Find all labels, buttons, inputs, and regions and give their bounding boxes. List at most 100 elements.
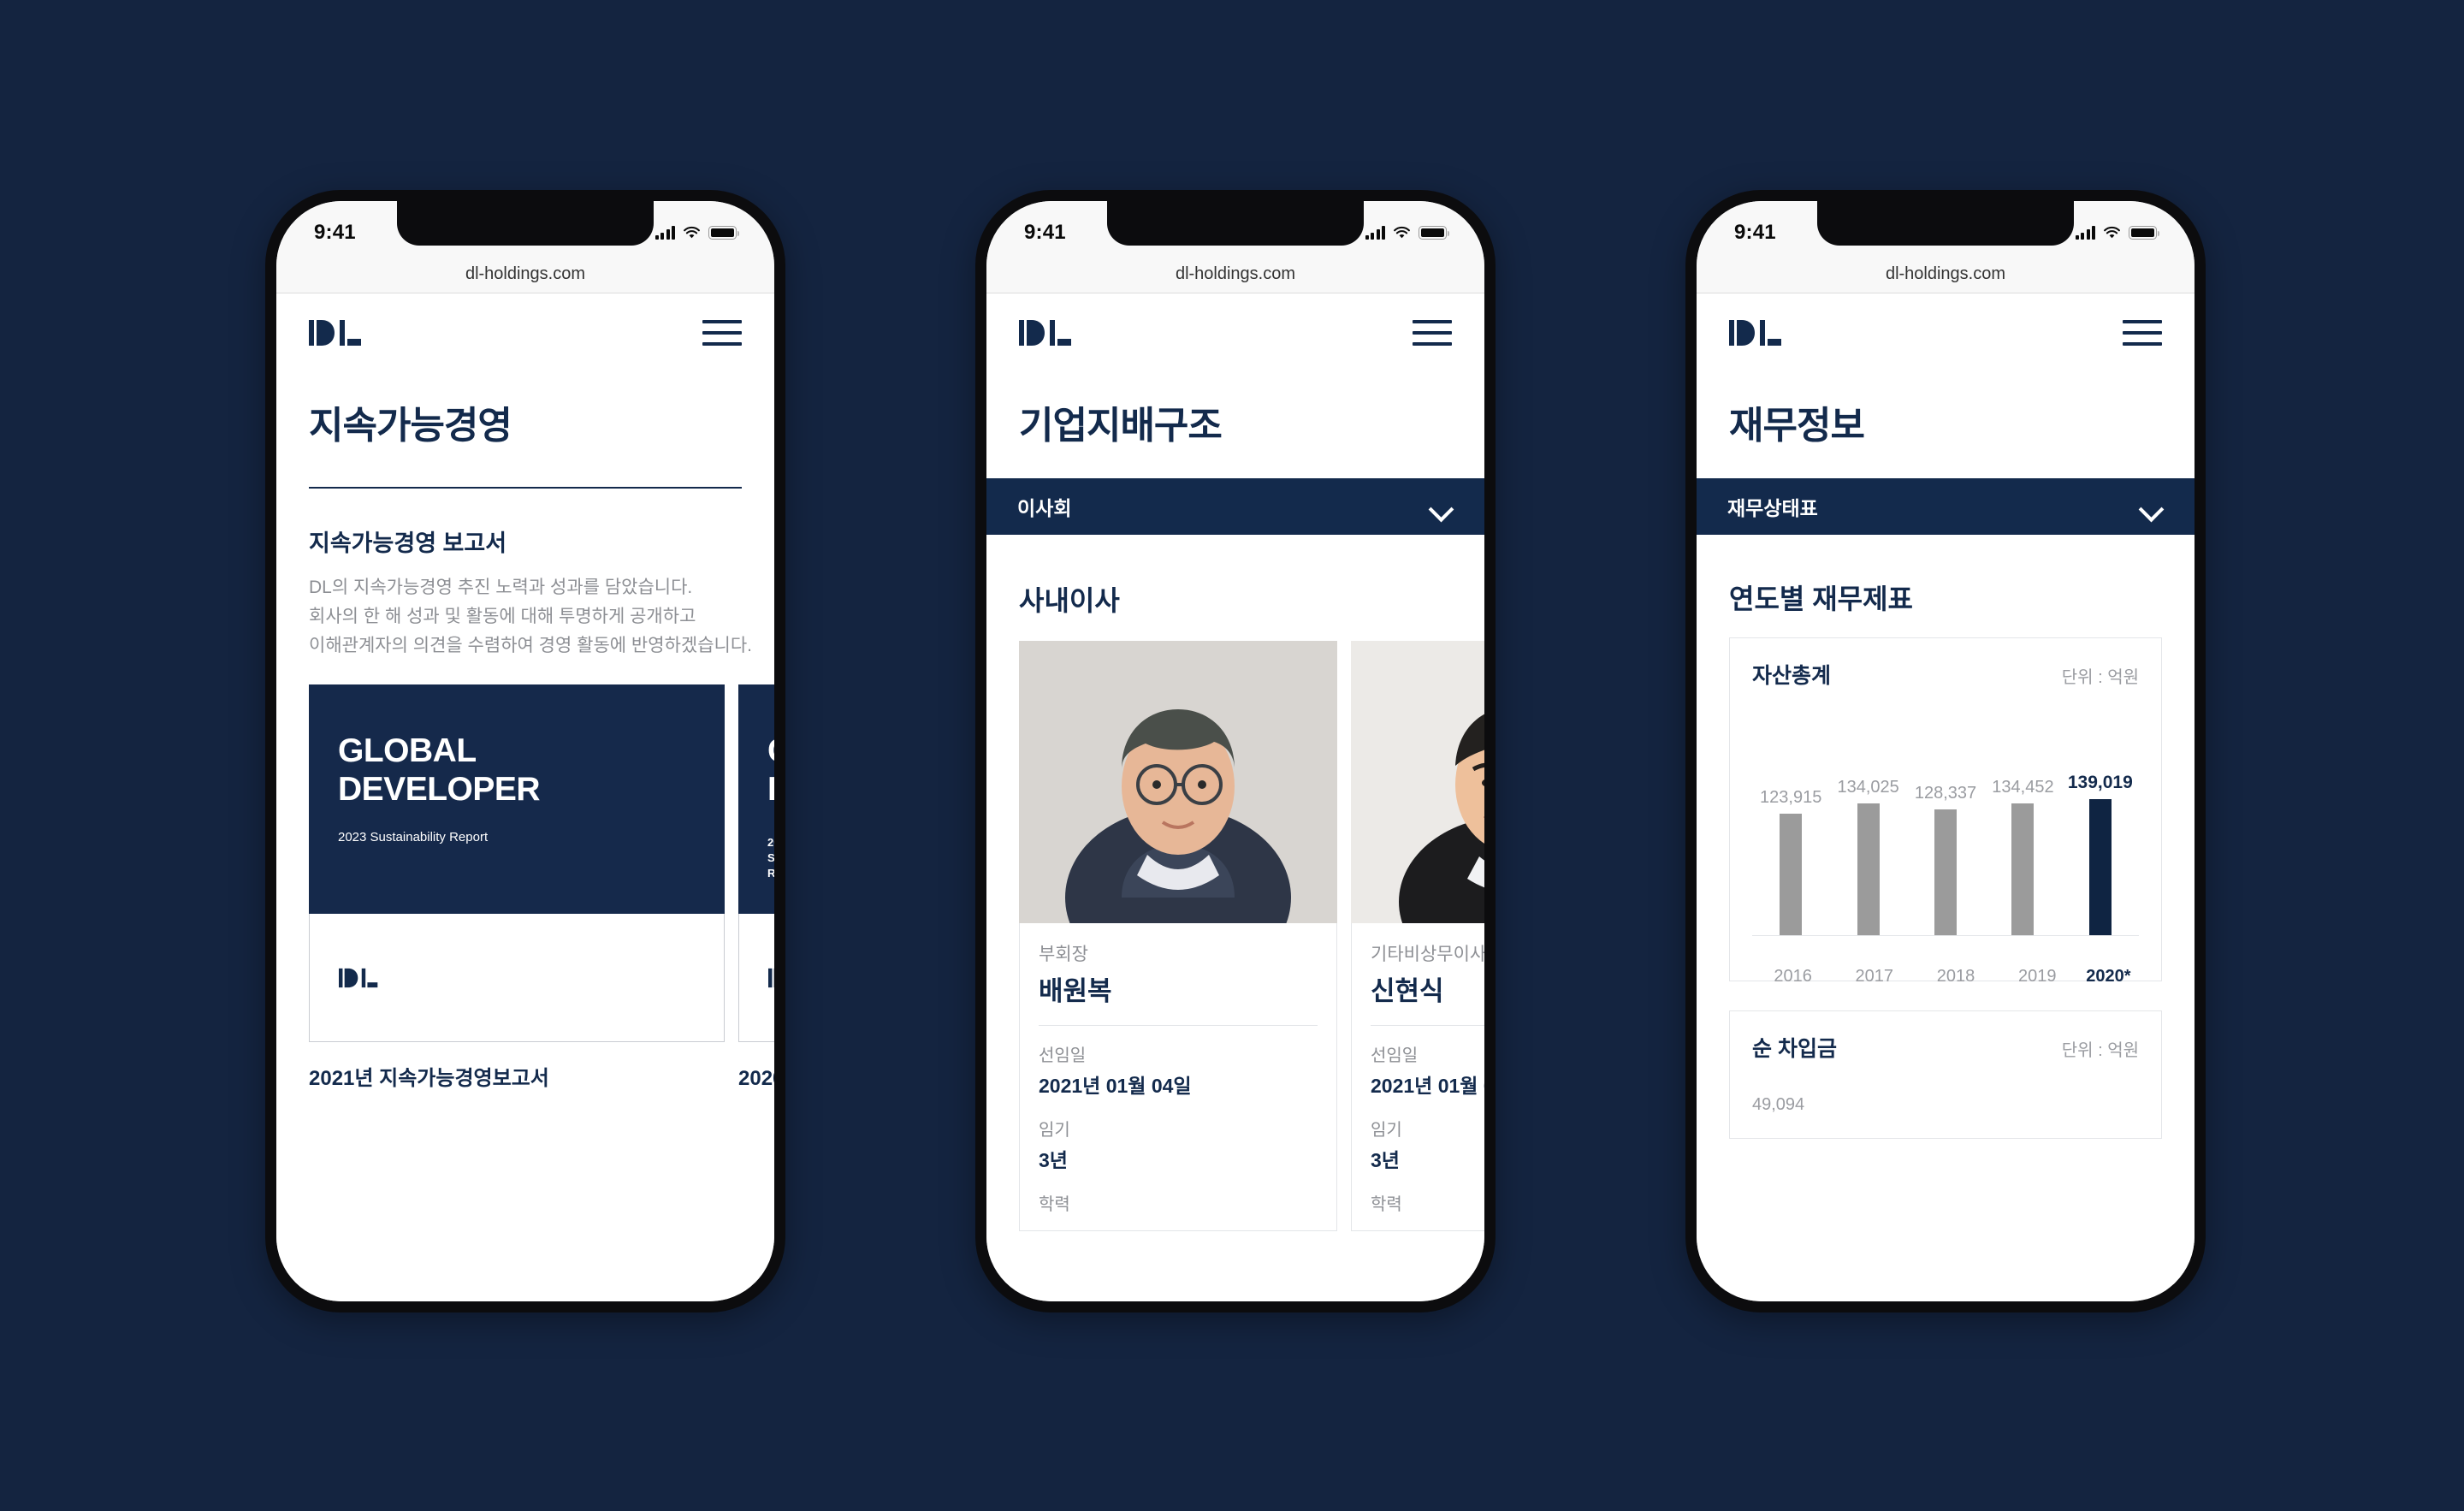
directors-heading: 사내이사 bbox=[1019, 585, 1120, 616]
site-header bbox=[1697, 293, 2194, 372]
report-carousel[interactable]: GLOBAL DEVELOPER 2023 Sustainability Rep… bbox=[276, 661, 774, 1091]
divider bbox=[1039, 1025, 1318, 1026]
x-tick-label: 2018 bbox=[1936, 967, 1975, 986]
browser-url-bar[interactable]: dl-holdings.com bbox=[986, 256, 1484, 293]
appointed-value: 2021년 01월 04일 bbox=[1039, 1075, 1192, 1097]
director-card[interactable]: 부회장 배원복 선임일 2021년 01월 04일 임기 3년 학력 bbox=[1019, 641, 1337, 1231]
report-card[interactable]: GLOBAL DEVELOPER 2023 Sustainability Rep… bbox=[309, 684, 725, 1091]
phone-mockup-sustainability: 9:41 dl-holdings.com 지속가능경영 지속가능경영 보고서 D… bbox=[265, 190, 785, 1312]
bar-value-label: 139,019 bbox=[2067, 773, 2133, 792]
site-header bbox=[986, 293, 1484, 372]
appointed-label: 선임일 bbox=[1039, 1046, 1087, 1065]
dl-logo[interactable] bbox=[1019, 318, 1079, 347]
body-line-3: 이해관계자의 의견을 수렴하여 경영 활동에 반영하겠습니다. bbox=[309, 636, 753, 656]
report-cover-footer bbox=[738, 914, 774, 1043]
status-icons bbox=[654, 226, 739, 240]
report-card[interactable]: GLO DEV 2021 SUSTAINABIL REPORT 2020년 지 bbox=[738, 684, 774, 1091]
director-name: 신현식 bbox=[1371, 976, 1444, 1006]
dl-logo[interactable] bbox=[1729, 318, 1789, 347]
director-role: 부회장 bbox=[1039, 945, 1088, 964]
term-label: 임기 bbox=[1039, 1121, 1070, 1140]
battery-icon bbox=[1419, 226, 1449, 240]
section-heading: 지속가능경영 보고서 bbox=[309, 530, 507, 556]
bar-value-label: 134,452 bbox=[1992, 778, 2054, 797]
canvas: 9:41 dl-holdings.com 지속가능경영 지속가능경영 보고서 D… bbox=[0, 0, 2464, 1511]
cellular-signal-icon bbox=[2075, 226, 2095, 240]
website-viewport: 재무정보 재무상태표 연도별 재무제표 자산총계 단위 : 억원 123,915… bbox=[1697, 293, 2194, 1301]
accordion-board-of-directors[interactable]: 이사회 bbox=[986, 478, 1484, 535]
bar bbox=[2011, 803, 2035, 936]
bar-value-label: 134,025 bbox=[1837, 778, 1899, 797]
bar bbox=[2088, 799, 2112, 936]
chart-card-net-debt: 순 차입금 단위 : 억원 49,094 bbox=[1729, 1010, 2162, 1139]
battery-icon bbox=[2129, 226, 2159, 240]
cover-title-line-1: GLO bbox=[767, 732, 774, 771]
chevron-down-icon[interactable] bbox=[1430, 501, 1454, 513]
wifi-icon bbox=[1393, 226, 1411, 240]
financials-heading: 연도별 재무제표 bbox=[1729, 584, 1913, 614]
site-header bbox=[276, 293, 774, 372]
cellular-signal-icon bbox=[654, 226, 675, 240]
phone-screen: 9:41 dl-holdings.com bbox=[276, 201, 774, 1301]
term-value: 3년 bbox=[1371, 1149, 1400, 1171]
director-photo bbox=[1019, 641, 1337, 923]
report-cover-footer bbox=[309, 914, 725, 1043]
hamburger-menu-icon[interactable] bbox=[2123, 320, 2162, 346]
divider bbox=[1371, 1025, 1484, 1026]
website-viewport: 지속가능경영 지속가능경영 보고서 DL의 지속가능경영 추진 노력과 성과를 … bbox=[276, 293, 774, 1301]
chart-axis-line bbox=[1752, 935, 2139, 936]
report-cover: GLOBAL DEVELOPER 2023 Sustainability Rep… bbox=[309, 684, 725, 915]
chart-card-total-assets: 자산총계 단위 : 억원 123,915 134,025 128,337 134… bbox=[1729, 637, 2162, 986]
cover-title-line-2: DEVELOPER bbox=[338, 770, 541, 808]
bar bbox=[1934, 809, 1958, 936]
chevron-down-icon[interactable] bbox=[2140, 501, 2164, 513]
director-role: 기타비상무이사 bbox=[1371, 945, 1484, 964]
body-line-1: DL의 지속가능경영 추진 노력과 성과를 담았습니다. bbox=[309, 578, 693, 597]
director-card[interactable]: 기타비상무이사 신현식 선임일 2021년 01월 04일 임기 3년 학력 bbox=[1351, 641, 1484, 1231]
phone-notch bbox=[397, 201, 654, 246]
phone-notch bbox=[1817, 201, 2074, 246]
status-icons bbox=[2075, 226, 2159, 240]
cover-title-line-2: DEV bbox=[767, 771, 774, 809]
phone-screen: 9:41 dl-holdings.com bbox=[986, 201, 1484, 1301]
dl-logo[interactable] bbox=[309, 318, 369, 347]
x-tick-label: 2017 bbox=[1855, 967, 1894, 986]
x-tick-label-highlighted: 2020* bbox=[2086, 967, 2131, 986]
hamburger-menu-icon[interactable] bbox=[1413, 320, 1452, 346]
accordion-balance-sheet[interactable]: 재무상태표 bbox=[1697, 478, 2194, 535]
education-label: 학력 bbox=[1039, 1195, 1070, 1214]
term-value: 3년 bbox=[1039, 1149, 1068, 1171]
bar-column: 123,915 bbox=[1752, 708, 1829, 936]
accordion-label: 이사회 bbox=[1017, 497, 1072, 519]
browser-url-bar[interactable]: dl-holdings.com bbox=[1697, 256, 2194, 293]
url-text: dl-holdings.com bbox=[1175, 264, 1296, 283]
bar bbox=[1780, 814, 1803, 936]
hamburger-menu-icon[interactable] bbox=[702, 320, 742, 346]
status-time: 9:41 bbox=[1024, 221, 1066, 244]
bar-chart: 123,915 134,025 128,337 134,452 139,019 … bbox=[1752, 708, 2139, 986]
page-title: 지속가능경영 bbox=[309, 405, 512, 447]
browser-url-bar[interactable]: dl-holdings.com bbox=[276, 256, 774, 293]
report-label: 2020년 지 bbox=[738, 1067, 774, 1091]
bar-column: 134,025 bbox=[1829, 708, 1906, 936]
cover-subtitle: 2021 SUSTAINABIL REPORT bbox=[767, 835, 774, 880]
phone-screen: 9:41 dl-holdings.com bbox=[1697, 201, 2194, 1301]
education-label: 학력 bbox=[1371, 1195, 1402, 1214]
directors-carousel[interactable]: 부회장 배원복 선임일 2021년 01월 04일 임기 3년 학력 기타비상무… bbox=[986, 619, 1484, 1231]
appointed-value: 2021년 01월 04일 bbox=[1371, 1075, 1484, 1097]
appointed-label: 선임일 bbox=[1371, 1046, 1419, 1065]
bar-value-label: 123,915 bbox=[1760, 788, 1822, 807]
status-time: 9:41 bbox=[314, 221, 356, 244]
body-line-2: 회사의 한 해 성과 및 활동에 대해 투명하게 공개하고 bbox=[309, 607, 696, 627]
report-label: 2021년 지속가능경영보고서 bbox=[309, 1067, 549, 1091]
director-info: 부회장 배원복 선임일 2021년 01월 04일 임기 3년 학력 bbox=[1019, 923, 1337, 1231]
bar-column: 128,337 bbox=[1907, 708, 1984, 936]
report-cover: GLO DEV 2021 SUSTAINABIL REPORT bbox=[738, 684, 774, 915]
director-photo bbox=[1351, 641, 1484, 923]
chart-title: 순 차입금 bbox=[1752, 1037, 1837, 1061]
phone-mockup-governance: 9:41 dl-holdings.com 기업지배구조 이사회 사내이사 부회장… bbox=[975, 190, 1496, 1312]
x-tick-label: 2019 bbox=[2017, 967, 2057, 986]
chart-header: 순 차입금 단위 : 억원 bbox=[1752, 1032, 2139, 1063]
page-title: 기업지배구조 bbox=[1019, 405, 1223, 447]
wifi-icon bbox=[2103, 226, 2121, 240]
